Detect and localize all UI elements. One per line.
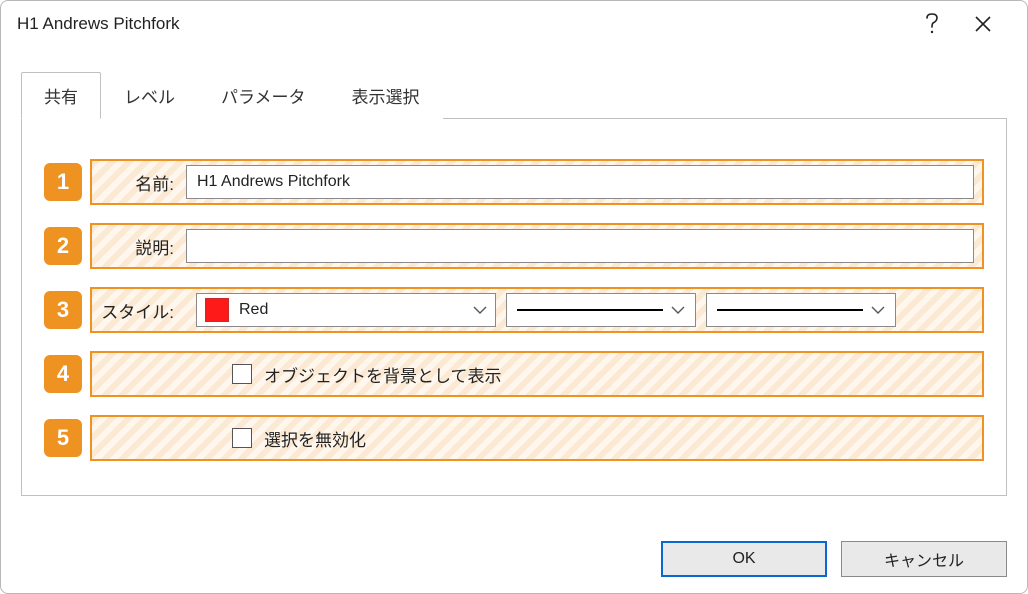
color-name: Red <box>239 301 473 319</box>
dialog-window: H1 Andrews Pitchfork 共有 レベル パラメータ 表示選択 1 <box>0 0 1028 594</box>
badge-3: 3 <box>44 291 82 329</box>
width-sample <box>717 309 863 311</box>
disable-selection-checkbox[interactable] <box>232 428 252 448</box>
chevron-down-icon <box>871 306 885 314</box>
label-name: 名前: <box>92 170 186 195</box>
line-sample <box>517 309 663 311</box>
label-style: スタイル: <box>92 298 186 323</box>
badge-5: 5 <box>44 419 82 457</box>
badge-1: 1 <box>44 163 82 201</box>
draw-as-background-label: オブジェクトを背景として表示 <box>264 362 502 387</box>
tab-levels[interactable]: レベル <box>101 72 198 119</box>
dialog-footer: OK キャンセル <box>1 525 1027 593</box>
ok-button[interactable]: OK <box>661 541 827 577</box>
badge-4: 4 <box>44 355 82 393</box>
close-icon[interactable] <box>955 1 1011 47</box>
label-desc: 説明: <box>92 234 186 259</box>
line-style-select[interactable] <box>506 293 696 327</box>
disable-selection-label: 選択を無効化 <box>264 426 366 451</box>
draw-as-background-checkbox[interactable] <box>232 364 252 384</box>
help-icon[interactable] <box>909 1 955 47</box>
window-title: H1 Andrews Pitchfork <box>17 14 180 34</box>
tab-panel: 1 名前: 2 説明: 3 スタイル: <box>21 118 1007 496</box>
desc-input[interactable] <box>186 229 974 263</box>
color-swatch <box>205 298 229 322</box>
tab-bar: 共有 レベル パラメータ 表示選択 <box>21 71 1007 118</box>
line-width-select[interactable] <box>706 293 896 327</box>
chevron-down-icon <box>671 306 685 314</box>
tab-params[interactable]: パラメータ <box>198 72 329 119</box>
name-input[interactable] <box>186 165 974 199</box>
tab-display[interactable]: 表示選択 <box>329 72 443 119</box>
badge-2: 2 <box>44 227 82 265</box>
chevron-down-icon <box>473 306 487 314</box>
title-bar: H1 Andrews Pitchfork <box>1 1 1027 47</box>
tab-common[interactable]: 共有 <box>21 72 101 119</box>
color-select[interactable]: Red <box>196 293 496 327</box>
cancel-button[interactable]: キャンセル <box>841 541 1007 577</box>
